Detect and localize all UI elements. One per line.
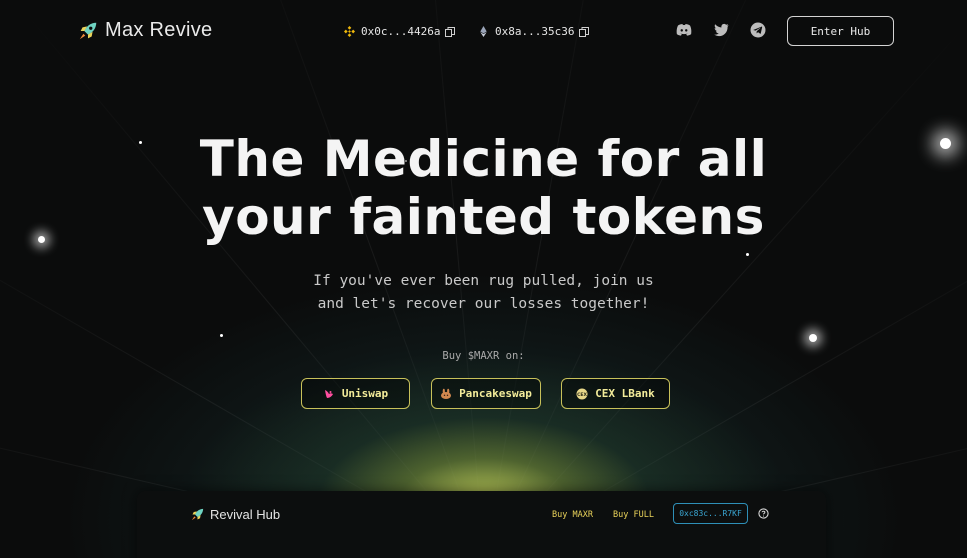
revival-hub-title: Revival Hub: [210, 507, 281, 522]
ethereum-icon: [480, 26, 487, 37]
pancakeswap-label: Pancakeswap: [459, 387, 532, 400]
telegram-icon[interactable]: [749, 21, 767, 39]
hero-subtitle: If you've ever been rug pulled, join us …: [0, 270, 967, 316]
star-decoration: [746, 253, 749, 256]
brand-logo[interactable]: Max Revive: [77, 19, 212, 42]
lbank-icon: CEX: [576, 388, 588, 399]
eth-contract-address[interactable]: 0x8a...35c36: [478, 25, 590, 38]
pancakeswap-icon: [441, 388, 452, 399]
hero-title: The Medicine for all your fainted tokens: [0, 130, 967, 246]
buy-maxr-link[interactable]: Buy MAXR: [552, 510, 593, 520]
star-decoration: [809, 334, 817, 342]
enter-hub-button[interactable]: Enter Hub: [787, 16, 894, 46]
discord-icon[interactable]: [675, 21, 693, 39]
help-circle-icon[interactable]: [758, 508, 769, 519]
rocket-logo-icon: [191, 508, 204, 521]
svg-text:CEX: CEX: [577, 392, 587, 398]
brand-name: Max Revive: [105, 19, 213, 41]
hero-subtitle-line-1: If you've ever been rug pulled, join us: [313, 273, 654, 289]
buy-full-link[interactable]: Buy FULL: [613, 510, 654, 520]
uniswap-label: Uniswap: [341, 387, 389, 400]
hero-subtitle-line-2: and let's recover our losses together!: [317, 296, 650, 312]
wallet-address-button[interactable]: 0xc83c...R7KF: [673, 503, 748, 524]
twitter-icon[interactable]: [712, 21, 730, 39]
rocket-logo-icon: [79, 22, 97, 39]
bnb-icon: [344, 26, 355, 37]
copy-icon[interactable]: [445, 26, 456, 37]
lbank-label: CEX LBank: [595, 387, 655, 400]
lbank-button[interactable]: CEX CEX LBank: [561, 378, 670, 409]
bsc-contract-address[interactable]: 0x0c...4426a: [344, 25, 456, 38]
pancakeswap-button[interactable]: Pancakeswap: [431, 378, 541, 409]
hero-title-line-2: your fainted tokens: [202, 188, 765, 246]
hero-title-line-1: The Medicine for all: [199, 130, 768, 188]
revival-hub-logo[interactable]: Revival Hub: [190, 507, 280, 522]
bsc-address-text: 0x0c...4426a: [361, 25, 441, 38]
eth-address-text: 0x8a...35c36: [495, 25, 575, 38]
uniswap-icon: [324, 389, 333, 398]
copy-icon[interactable]: [579, 26, 590, 37]
buy-label: Buy $MAXR on:: [442, 350, 525, 362]
uniswap-button[interactable]: Uniswap: [301, 378, 410, 409]
star-decoration: [220, 334, 223, 337]
revival-hub-preview: Revival Hub Buy MAXR Buy FULL 0xc83c...R…: [137, 491, 826, 558]
